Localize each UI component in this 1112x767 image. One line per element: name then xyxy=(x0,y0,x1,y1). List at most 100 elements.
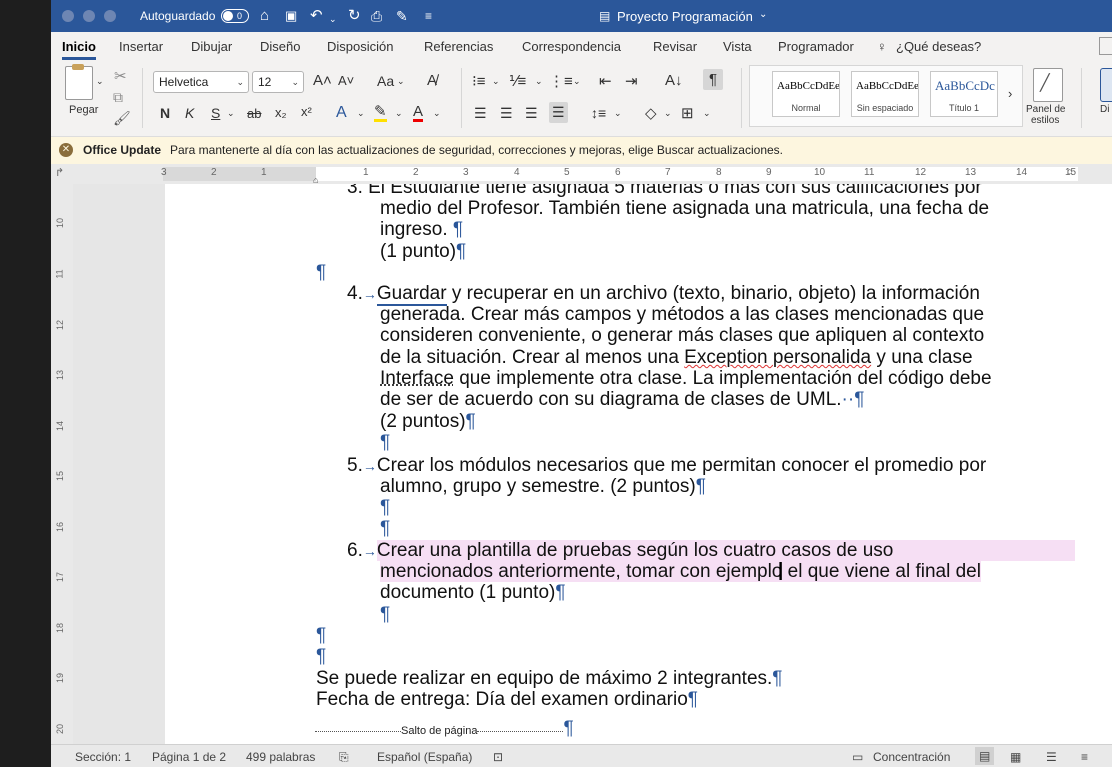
proofing-icon[interactable]: ⎘ xyxy=(339,750,349,765)
dictate-label[interactable]: Di xyxy=(1100,104,1109,115)
styles-next-icon[interactable]: › xyxy=(1008,86,1012,101)
line-spacing-dropdown-icon[interactable]: ⌄ xyxy=(614,108,622,119)
language-indicator[interactable]: Español (España) xyxy=(377,750,472,764)
redo-icon[interactable]: ↻ xyxy=(348,7,361,25)
tab-diseno[interactable]: Diseño xyxy=(260,39,300,54)
document-page[interactable]: 3. El Estudiante tiene asignada 5 materi… xyxy=(165,184,1112,744)
update-message[interactable]: Para mantenerte al día con las actualiza… xyxy=(170,143,783,157)
line-spacing-icon[interactable]: ↕≡ xyxy=(591,105,606,121)
tab-programador[interactable]: Programador xyxy=(778,39,854,54)
tab-correspondencia[interactable]: Correspondencia xyxy=(522,39,621,54)
undo-icon[interactable]: ↶ xyxy=(310,7,323,25)
bold-button[interactable]: N xyxy=(160,105,170,121)
numbering-dropdown-icon[interactable]: ⌄ xyxy=(535,76,543,87)
title-chevron-icon[interactable]: ⌄ xyxy=(759,9,767,20)
highlight-dropdown-icon[interactable]: ⌄ xyxy=(395,108,403,119)
format-painter-icon[interactable]: 🖌 xyxy=(113,110,131,127)
show-formatting-button[interactable]: ¶ xyxy=(703,69,724,90)
paste-icon[interactable] xyxy=(65,64,93,100)
change-case-dropdown-icon[interactable]: ⌄ xyxy=(397,76,405,87)
minimize-window-button[interactable] xyxy=(83,10,95,22)
vertical-ruler[interactable]: 10 11 12 13 14 15 16 17 18 19 20 xyxy=(51,184,73,744)
customize-toolbar-icon[interactable]: ≡ xyxy=(425,7,432,25)
font-size-box[interactable]: 12 ⌄ xyxy=(252,71,304,93)
italic-button[interactable]: K xyxy=(185,105,194,121)
tab-inicio[interactable]: Inicio xyxy=(62,39,96,60)
justify-button[interactable]: ☰ xyxy=(549,102,568,123)
numbering-icon[interactable]: ⅟≡ xyxy=(509,72,526,90)
decrease-indent-icon[interactable]: ⇤ xyxy=(599,72,612,90)
font-name-box[interactable]: Helvetica ⌄ xyxy=(153,71,249,93)
document-title[interactable]: Proyecto Programación xyxy=(617,9,753,24)
shading-dropdown-icon[interactable]: ⌄ xyxy=(664,108,672,119)
zoom-window-button[interactable] xyxy=(104,10,116,22)
align-center-icon[interactable]: ☰ xyxy=(500,105,513,122)
outline-view-icon[interactable]: ☰ xyxy=(1046,750,1057,764)
print-icon[interactable]: ⎙ xyxy=(371,7,382,25)
underline-button[interactable]: S xyxy=(211,105,220,121)
right-indent-marker-icon[interactable]: ⌂ xyxy=(1067,166,1072,176)
highlight-icon[interactable]: ✎ xyxy=(374,104,387,122)
word-count[interactable]: 499 palabras xyxy=(246,750,315,764)
print-layout-icon[interactable]: ▤ xyxy=(975,747,995,765)
home-icon[interactable]: ⌂ xyxy=(260,7,269,25)
align-right-icon[interactable]: ☰ xyxy=(525,105,538,122)
strikethrough-button[interactable]: ab xyxy=(247,106,261,121)
save-icon[interactable]: ▣ xyxy=(285,7,297,25)
bullets-icon[interactable]: ⁝≡ xyxy=(472,72,486,90)
paste-label[interactable]: Pegar xyxy=(69,104,98,116)
text-effects-icon[interactable]: A xyxy=(336,104,347,122)
cut-icon[interactable]: ✂ xyxy=(114,67,127,85)
style-sin-espaciado[interactable]: AaBbCcDdEe Sin espaciado xyxy=(851,71,919,117)
clear-format-icon[interactable]: A̸ xyxy=(427,72,437,89)
tab-revisar[interactable]: Revisar xyxy=(653,39,697,54)
tell-me-search[interactable]: ¿Qué deseas? xyxy=(896,39,981,54)
close-window-button[interactable] xyxy=(62,10,74,22)
tab-insertar[interactable]: Insertar xyxy=(119,39,163,54)
section-indicator[interactable]: Sección: 1 xyxy=(75,750,131,764)
styles-pane-label-2[interactable]: estilos xyxy=(1031,115,1059,126)
font-color-icon[interactable]: A xyxy=(413,104,424,122)
horizontal-ruler[interactable]: ↱ 3 2 1 1 2 3 4 5 6 7 8 9 10 11 12 13 14… xyxy=(51,164,1112,185)
style-normal[interactable]: AaBbCcDdEe Normal xyxy=(772,71,840,117)
autosave-toggle[interactable]: 0 xyxy=(221,9,249,23)
grow-font-icon[interactable]: A˄ xyxy=(313,72,332,89)
align-left-icon[interactable]: ☰ xyxy=(474,105,487,122)
tab-vista[interactable]: Vista xyxy=(723,39,752,54)
shading-icon[interactable]: ◇ xyxy=(645,104,657,122)
styles-pane-icon[interactable]: ╱ xyxy=(1033,68,1063,102)
draft-view-icon[interactable]: ≡ xyxy=(1081,750,1088,764)
tab-dibujar[interactable]: Dibujar xyxy=(191,39,232,54)
copy-icon[interactable]: ⧉ xyxy=(113,89,123,106)
undo-dropdown-icon[interactable]: ⌄ xyxy=(329,10,337,28)
focus-icon[interactable]: ▭ xyxy=(852,750,863,764)
superscript-button[interactable]: x² xyxy=(301,104,312,119)
multilevel-dropdown-icon[interactable]: ⌄ xyxy=(573,76,581,87)
edit-doc-icon[interactable]: ✎ xyxy=(396,7,408,25)
dictate-icon[interactable] xyxy=(1100,68,1112,102)
tab-selector-icon[interactable]: ↱ xyxy=(55,166,64,179)
borders-icon[interactable]: ⊞ xyxy=(681,104,694,122)
styles-pane-label-1[interactable]: Panel de xyxy=(1026,104,1065,115)
style-titulo-1[interactable]: AaBbCcDc Título 1 xyxy=(930,71,998,117)
focus-mode-button[interactable]: Concentración xyxy=(873,750,950,764)
text-effects-dropdown-icon[interactable]: ⌄ xyxy=(357,108,365,119)
bullets-dropdown-icon[interactable]: ⌄ xyxy=(492,76,500,87)
tab-referencias[interactable]: Referencias xyxy=(424,39,493,54)
subscript-button[interactable]: x₂ xyxy=(275,105,287,120)
sort-icon[interactable]: A↓ xyxy=(665,72,683,89)
shrink-font-icon[interactable]: A˅ xyxy=(338,73,354,88)
paste-dropdown-icon[interactable]: ⌄ xyxy=(96,76,104,87)
borders-dropdown-icon[interactable]: ⌄ xyxy=(703,108,711,119)
tab-disposicion[interactable]: Disposición xyxy=(327,39,393,54)
share-icon[interactable] xyxy=(1099,37,1112,55)
font-color-dropdown-icon[interactable]: ⌄ xyxy=(433,108,441,119)
change-case-button[interactable]: Aa xyxy=(377,73,394,89)
accessibility-icon[interactable]: ⊡ xyxy=(493,750,503,764)
underline-dropdown-icon[interactable]: ⌄ xyxy=(227,108,235,119)
close-update-icon[interactable]: ✕ xyxy=(59,143,73,157)
increase-indent-icon[interactable]: ⇥ xyxy=(625,72,638,90)
multilevel-list-icon[interactable]: ⋮≡ xyxy=(549,72,573,90)
page-indicator[interactable]: Página 1 de 2 xyxy=(152,750,226,764)
web-layout-icon[interactable]: ▦ xyxy=(1010,750,1021,764)
